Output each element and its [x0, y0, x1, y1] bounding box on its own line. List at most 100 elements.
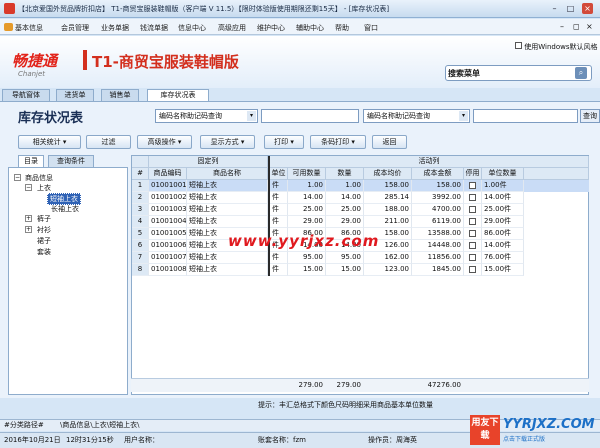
cell-code[interactable]: 01001001: [149, 180, 187, 192]
col-header-unit[interactable]: 单位: [270, 168, 288, 180]
col-header-name[interactable]: 商品名称: [187, 168, 268, 180]
cell-unit[interactable]: 件: [270, 180, 288, 192]
mdi-restore-icon[interactable]: ◻: [573, 22, 580, 31]
col-header-unit-qty[interactable]: 单位数量: [482, 168, 524, 180]
cell-cost-amount[interactable]: 3992.00: [412, 192, 464, 204]
menu-item-cash[interactable]: 钱流单据: [140, 23, 168, 33]
tab-sales[interactable]: 销售单: [101, 89, 139, 101]
cell-disabled[interactable]: [464, 180, 482, 192]
cell-quantity[interactable]: 25.00: [326, 204, 364, 216]
col-header-avg-cost[interactable]: 成本均价: [364, 168, 412, 180]
cell-disabled[interactable]: [464, 264, 482, 276]
table-row[interactable]: 4 01001004 短袖上衣件 29.00 29.00 211.00 6119.00 29.…: [132, 216, 589, 228]
cell-available[interactable]: 29.00: [288, 216, 326, 228]
cell-disabled[interactable]: [464, 216, 482, 228]
table-row[interactable]: 1 01001001 短袖上衣件 1.00 1.00 158.00 158.00 1.00件: [132, 180, 589, 192]
table-row[interactable]: 7 01001007 短袖上衣件 95.00 95.00 162.00 11856.00 76…: [132, 252, 589, 264]
disabled-checkbox[interactable]: [469, 266, 476, 273]
cell-unit[interactable]: 件: [270, 192, 288, 204]
tree-node-long-sleeve[interactable]: 长袖上衣: [51, 204, 79, 214]
disabled-checkbox[interactable]: [469, 230, 476, 237]
filter-input-1[interactable]: [261, 109, 359, 123]
filter-button[interactable]: 过滤: [86, 135, 131, 149]
expand-icon[interactable]: +: [25, 226, 32, 233]
cell-unit[interactable]: 件: [270, 204, 288, 216]
cell-code[interactable]: 01001004: [149, 216, 187, 228]
table-row[interactable]: 2 01001002 短袖上衣件 14.00 14.00 285.14 3992.00 14.…: [132, 192, 589, 204]
cell-unit[interactable]: 件: [270, 264, 288, 276]
cell-unit-qty[interactable]: 76.00件: [482, 252, 524, 264]
cell-quantity[interactable]: 95.00: [326, 252, 364, 264]
table-row[interactable]: 8 01001008 短袖上衣件 15.00 15.00 123.00 1845.00 15.…: [132, 264, 589, 276]
cell-quantity[interactable]: 1.00: [326, 180, 364, 192]
search-icon[interactable]: ⌕: [575, 67, 587, 79]
cell-code[interactable]: 01001003: [149, 204, 187, 216]
disabled-checkbox[interactable]: [469, 242, 476, 249]
filter-dropdown-2[interactable]: 编码名称助记码查询 ▾: [363, 109, 470, 123]
filter-dropdown-1[interactable]: 编码名称助记码查询 ▾: [155, 109, 258, 123]
menu-item-member[interactable]: 会员管理: [61, 23, 89, 33]
advanced-ops-button[interactable]: 高级操作 ▾: [137, 135, 192, 149]
cell-name[interactable]: 短袖上衣: [187, 180, 268, 192]
cell-avg-cost[interactable]: 188.00: [364, 204, 412, 216]
disabled-checkbox[interactable]: [469, 218, 476, 225]
col-header-cost-amount[interactable]: 成本金额: [412, 168, 464, 180]
tree-node-root[interactable]: 商品信息: [25, 173, 53, 183]
cell-disabled[interactable]: [464, 204, 482, 216]
cell-code[interactable]: 01001008: [149, 264, 187, 276]
cell-code[interactable]: 01001006: [149, 240, 187, 252]
menu-item-business[interactable]: 业务单据: [101, 23, 129, 33]
barcode-print-button[interactable]: 条码打印 ▾: [310, 135, 366, 149]
cell-cost-amount[interactable]: 4700.00: [412, 204, 464, 216]
cell-unit[interactable]: 件: [270, 252, 288, 264]
cell-name[interactable]: 短袖上衣: [187, 192, 268, 204]
col-header-code[interactable]: 商品编码: [149, 168, 187, 180]
tab-navigator[interactable]: 导航窗体: [2, 89, 50, 101]
cell-cost-amount[interactable]: 11856.00: [412, 252, 464, 264]
tree-node-pants[interactable]: 裤子: [37, 214, 51, 224]
cell-cost-amount[interactable]: 1845.00: [412, 264, 464, 276]
cell-name[interactable]: 短袖上衣: [187, 264, 268, 276]
menu-item-maintenance[interactable]: 维护中心: [257, 23, 285, 33]
cell-unit-qty[interactable]: 14.00件: [482, 192, 524, 204]
windows-style-checkbox[interactable]: [515, 42, 522, 49]
cell-code[interactable]: 01001002: [149, 192, 187, 204]
menu-item-window[interactable]: 窗口: [364, 23, 378, 33]
col-header-quantity[interactable]: 数量: [326, 168, 364, 180]
cell-unit-qty[interactable]: 15.00件: [482, 264, 524, 276]
cell-avg-cost[interactable]: 158.00: [364, 180, 412, 192]
windows-style-option[interactable]: 使用Windows默认风格: [515, 42, 597, 52]
related-stats-button[interactable]: 相关统计 ▾: [18, 135, 81, 149]
cell-cost-amount[interactable]: 6119.00: [412, 216, 464, 228]
collapse-icon[interactable]: −: [14, 174, 21, 181]
cell-name[interactable]: 短袖上衣: [187, 252, 268, 264]
close-icon[interactable]: ×: [582, 3, 593, 14]
expand-icon[interactable]: +: [25, 215, 32, 222]
cell-avg-cost[interactable]: 123.00: [364, 264, 412, 276]
cell-disabled[interactable]: [464, 240, 482, 252]
cell-available[interactable]: 25.00: [288, 204, 326, 216]
cell-unit-qty[interactable]: 14.00件: [482, 240, 524, 252]
tree-node-shirts[interactable]: 衬衫: [37, 225, 51, 235]
cell-unit-qty[interactable]: 29.00件: [482, 216, 524, 228]
cell-name[interactable]: 短袖上衣: [187, 204, 268, 216]
tab-purchase[interactable]: 进货单: [56, 89, 94, 101]
cell-avg-cost[interactable]: 162.00: [364, 252, 412, 264]
cell-quantity[interactable]: 29.00: [326, 216, 364, 228]
tab-query-conditions[interactable]: 查询条件: [48, 155, 94, 167]
mdi-min-icon[interactable]: –: [560, 22, 564, 31]
cell-disabled[interactable]: [464, 228, 482, 240]
filter-input-2[interactable]: [473, 109, 578, 123]
tree-node-skirts[interactable]: 裙子: [37, 236, 51, 246]
print-button[interactable]: 打印 ▾: [264, 135, 304, 149]
cell-avg-cost[interactable]: 211.00: [364, 216, 412, 228]
minimize-icon[interactable]: –: [549, 3, 560, 14]
col-header-disabled[interactable]: 停用: [464, 168, 482, 180]
cell-quantity[interactable]: 14.00: [326, 192, 364, 204]
cell-cost-amount[interactable]: 14448.00: [412, 240, 464, 252]
cell-unit-qty[interactable]: 86.00件: [482, 228, 524, 240]
menu-item-help[interactable]: 帮助: [335, 23, 349, 33]
menu-item-info[interactable]: 信息中心: [178, 23, 206, 33]
cell-quantity[interactable]: 15.00: [326, 264, 364, 276]
cell-code[interactable]: 01001007: [149, 252, 187, 264]
